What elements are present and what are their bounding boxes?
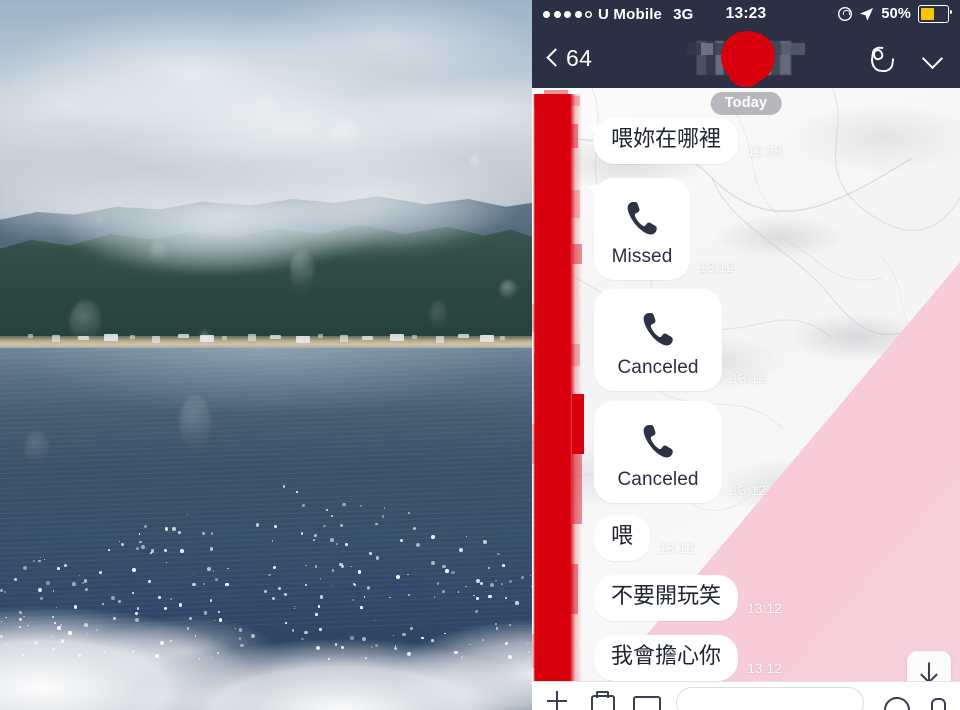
- chat-nav-bar: 64: [532, 28, 960, 88]
- message-timestamp: 12:58: [747, 142, 783, 159]
- call-log-bubble[interactable]: Canceled: [594, 401, 722, 503]
- message-bubble[interactable]: 喂: [594, 515, 651, 561]
- message-bubble[interactable]: 我會擔心你: [594, 635, 739, 681]
- phone-handset-icon: [620, 196, 664, 240]
- screenshot-root: U Mobile 3G 13:23 50% 64 Today 喂妳在哪裡 12:…: [0, 0, 960, 710]
- tropical-island-photo: [0, 0, 532, 710]
- status-bar-right-group: 50%: [838, 5, 952, 23]
- nav-actions: [868, 45, 946, 71]
- message-row: 喂妳在哪裡 12:58: [594, 118, 782, 164]
- message-row: 不要開玩笑 13:12: [594, 575, 782, 621]
- date-separator: Today: [710, 92, 782, 115]
- message-timestamp: 13:12: [659, 539, 695, 556]
- photo-lens-droplets: [0, 0, 532, 710]
- location-arrow-icon: [860, 7, 874, 21]
- message-timestamp: 13:12: [747, 659, 783, 676]
- rotation-lock-icon: [838, 7, 852, 21]
- battery-percent-label: 50%: [881, 6, 911, 22]
- pixelation-overlay-top: [687, 43, 805, 55]
- chevron-down-icon[interactable]: [920, 45, 946, 71]
- message-timestamp: 13:12: [747, 599, 783, 616]
- message-timestamp: 13:12: [699, 259, 735, 275]
- carrier-label: U Mobile: [598, 5, 663, 23]
- camera-icon[interactable]: [588, 683, 615, 710]
- message-bubble[interactable]: 不要開玩笑: [594, 575, 739, 621]
- call-log-bubble[interactable]: Canceled: [594, 289, 722, 391]
- network-type-label: 3G: [673, 5, 694, 23]
- phone-handset-icon: [636, 307, 680, 351]
- phone-handset-icon: [636, 419, 680, 463]
- contact-name-redacted: [687, 29, 805, 85]
- message-bubble[interactable]: 喂妳在哪裡: [594, 118, 739, 164]
- back-button[interactable]: 64: [546, 45, 592, 72]
- unread-count-label: 64: [566, 44, 593, 71]
- smiley-icon[interactable]: [882, 683, 910, 710]
- call-status-label: Canceled: [617, 469, 699, 490]
- message-row: Canceled 13:12: [594, 289, 766, 391]
- chevron-left-icon: [546, 47, 558, 69]
- red-redaction-blob: [719, 29, 777, 85]
- chat-message-list[interactable]: Today 喂妳在哪裡 12:58 Missed 13:12 Canceled …: [532, 88, 960, 710]
- message-timestamp: 13:12: [731, 370, 767, 386]
- message-row: 喂 13:12: [594, 515, 694, 561]
- image-icon[interactable]: [632, 683, 661, 710]
- message-row: Missed 13:12: [594, 178, 734, 280]
- status-bar: U Mobile 3G 13:23 50%: [532, 0, 960, 28]
- message-input-field[interactable]: [676, 687, 864, 710]
- message-row: Canceled 13:12: [594, 401, 766, 503]
- message-row: 我會擔心你 13:12: [594, 635, 782, 681]
- plus-icon[interactable]: [544, 683, 570, 710]
- phone-chat-screenshot: U Mobile 3G 13:23 50% 64 Today 喂妳在哪裡 12:…: [532, 0, 960, 710]
- call-status-label: Canceled: [617, 357, 699, 378]
- avatar-redaction-bar: [532, 90, 584, 694]
- phone-icon[interactable]: [868, 45, 894, 71]
- message-input-toolbar: [532, 681, 960, 710]
- microphone-icon[interactable]: [926, 683, 948, 710]
- message-timestamp: 13:12: [731, 482, 767, 498]
- pixelation-overlay: [687, 41, 805, 75]
- battery-icon: [918, 5, 952, 23]
- signal-strength-dots: [543, 10, 592, 18]
- call-log-bubble[interactable]: Missed: [594, 178, 690, 280]
- call-status-label: Missed: [611, 246, 673, 267]
